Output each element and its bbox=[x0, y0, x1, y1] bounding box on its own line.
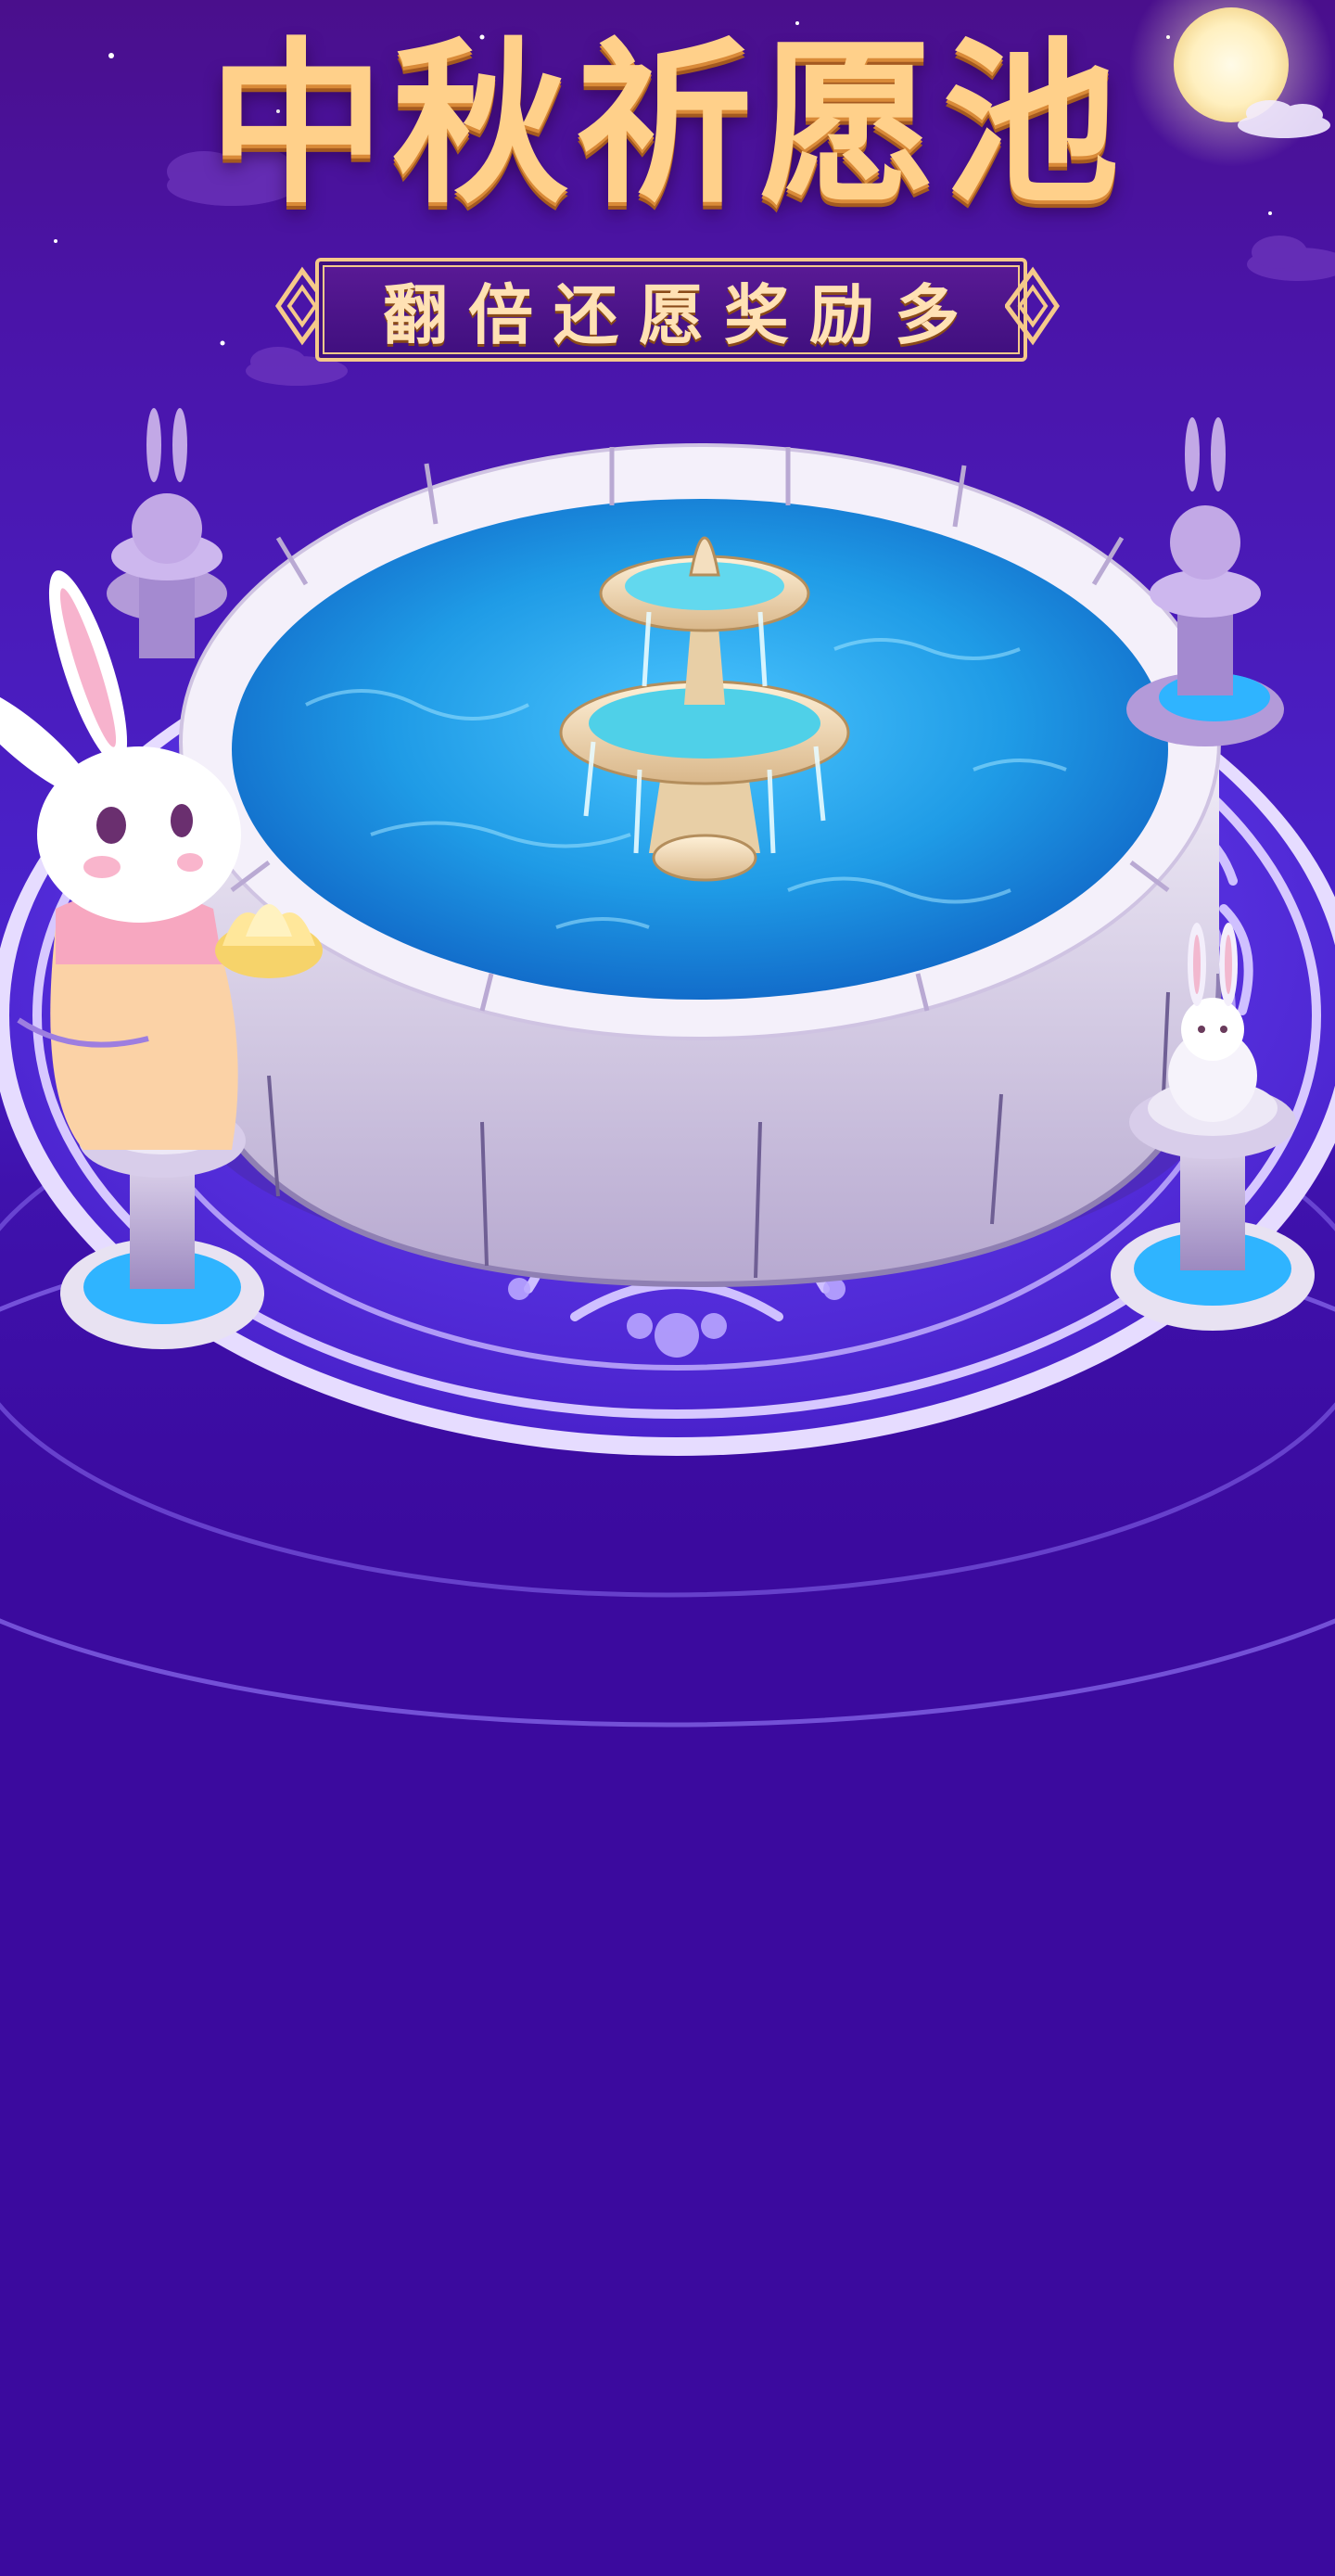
rabbit-statue-icon bbox=[107, 408, 227, 658]
subtitle-banner: 翻倍还愿奖励多 bbox=[315, 258, 1027, 362]
wishing-pool-page: 中秋祈愿池 翻倍还愿奖励多 bbox=[0, 0, 1335, 2576]
page-title: 中秋祈愿池 bbox=[208, 22, 1126, 227]
title-banner: 中秋祈愿池 bbox=[0, 37, 1335, 213]
subtitle-text: 翻倍还愿奖励多 bbox=[383, 276, 980, 353]
rabbit-statue-icon bbox=[1126, 417, 1284, 746]
ornament-right-icon bbox=[1005, 266, 1061, 346]
